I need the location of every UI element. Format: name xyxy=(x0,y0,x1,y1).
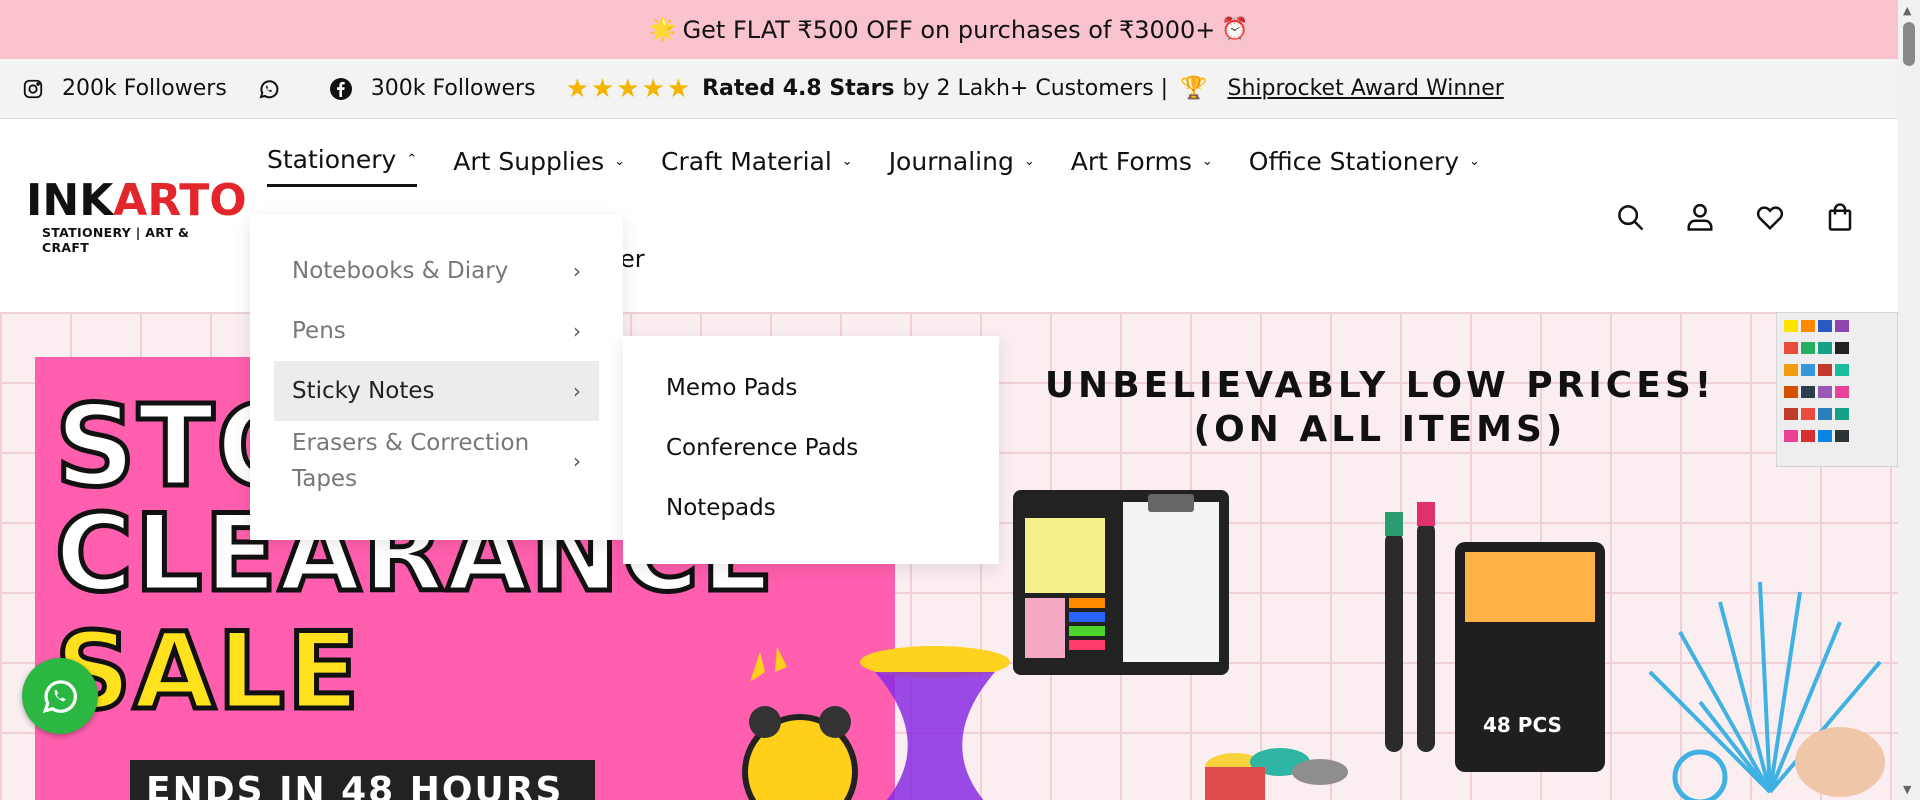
dropdown-item-notebooks[interactable]: Notebooks & Diary › xyxy=(274,241,599,301)
submenu-item-conference-pads[interactable]: Conference Pads xyxy=(666,418,956,478)
logo-tagline: STATIONERY | ART & CRAFT xyxy=(42,225,190,255)
announcement-text: Get FLAT ₹500 OFF on purchases of ₹3000+ xyxy=(682,15,1216,44)
logo-arto: ARTO xyxy=(113,175,247,226)
whatsapp-chat-button[interactable] xyxy=(22,658,98,734)
dropdown-item-erasers[interactable]: Erasers & Correction Tapes › xyxy=(274,421,599,501)
nav-label: Art Forms xyxy=(1070,146,1192,176)
chevron-up-icon: ⌃ xyxy=(406,152,418,167)
alarm-clock-emoji-icon: ⏰ xyxy=(1221,17,1249,42)
nav-item-office-stationery[interactable]: Office Stationery ⌄ xyxy=(1249,145,1480,187)
hero-headline-line1: UNBELIEVABLY LOW PRICES! xyxy=(1044,365,1716,406)
submenu-item-notepads[interactable]: Notepads xyxy=(666,478,956,538)
stationery-dropdown: Notebooks & Diary › Pens › Sticky Notes › E… xyxy=(250,215,623,540)
main-nav: Stationery ⌃ Art Supplies ⌄ Craft Material… xyxy=(267,145,1516,187)
dropdown-item-label: Erasers & Correction Tapes xyxy=(292,430,530,492)
dropdown-item-label: Notebooks & Diary xyxy=(292,258,509,284)
facebook-followers: 300k Followers xyxy=(370,76,536,101)
header-icons xyxy=(1580,197,1860,237)
marker-box-label: 48 PCS xyxy=(1483,713,1562,737)
nav-label: Office Stationery xyxy=(1248,146,1460,176)
sticky-notes-submenu: Memo Pads Conference Pads Notepads xyxy=(623,336,999,564)
nav-label: Craft Material xyxy=(661,146,832,176)
dropdown-item-sticky-notes[interactable]: Sticky Notes › xyxy=(274,361,599,421)
alarm-clock-hourglass-image xyxy=(742,646,1010,800)
whatsapp-link[interactable] xyxy=(257,77,299,101)
instagram-link[interactable]: 200k Followers xyxy=(22,76,227,101)
pipe-cleaners-image xyxy=(1648,581,1885,800)
nav-item-art-forms[interactable]: Art Forms ⌄ xyxy=(1071,145,1213,187)
facebook-link[interactable]: 300k Followers xyxy=(329,76,536,101)
logo-ink: INK xyxy=(26,175,114,226)
chevron-right-icon: › xyxy=(573,379,581,403)
ends-in-banner: ENDS IN 48 HOURS xyxy=(130,760,595,800)
nav-label: Art Supplies xyxy=(453,146,605,176)
search-icon[interactable] xyxy=(1610,197,1650,237)
rating-text-bold: Rated 4.8 Stars xyxy=(702,76,895,101)
chevron-down-icon: ⌄ xyxy=(614,153,626,169)
announcement-bar: 🌟 Get FLAT ₹500 OFF on purchases of ₹300… xyxy=(0,0,1898,59)
rating-stars-icon: ★★★★★ xyxy=(565,73,693,104)
marker-set-image: 48 PCS xyxy=(1385,502,1605,772)
dropdown-item-label: Sticky Notes xyxy=(292,378,435,404)
rating-text: by 2 Lakh+ Customers | xyxy=(902,76,1169,101)
hero-headline: UNBELIEVABLY LOW PRICES! (ON ALL ITEMS) xyxy=(1000,364,1760,452)
hero-headline-line2: (ON ALL ITEMS) xyxy=(1193,409,1567,450)
scroll-up-arrow-icon[interactable]: ▲ xyxy=(1903,4,1911,17)
submenu-item-memo-pads[interactable]: Memo Pads xyxy=(666,358,956,418)
nav-item-stationery[interactable]: Stationery ⌃ xyxy=(267,145,418,187)
chevron-right-icon: › xyxy=(573,319,581,343)
nav-item-art-supplies[interactable]: Art Supplies ⌄ xyxy=(453,145,625,187)
watercolor-palette-image xyxy=(1776,312,1898,467)
nav-overflow-text[interactable]: er xyxy=(620,245,645,273)
washi-tape-image xyxy=(1205,748,1348,800)
wishlist-heart-icon[interactable] xyxy=(1750,197,1790,237)
nav-label: Stationery xyxy=(267,145,397,174)
instagram-icon xyxy=(23,79,43,98)
social-bar: 200k Followers 300k Followers ★★★★★ Rate… xyxy=(0,59,1898,119)
scrollbar-thumb[interactable] xyxy=(1903,22,1915,66)
dropdown-item-pens[interactable]: Pens › xyxy=(274,301,599,361)
page-scrollbar[interactable]: ▲ ▼ xyxy=(1898,0,1920,800)
cart-bag-icon[interactable] xyxy=(1820,197,1860,237)
chevron-right-icon: › xyxy=(573,449,581,473)
award-link[interactable]: Shiprocket Award Winner xyxy=(1227,76,1503,101)
sticky-note-folder-image xyxy=(1013,490,1229,675)
sale-word-sale: SALE xyxy=(52,608,362,736)
facebook-icon xyxy=(329,77,352,100)
chevron-down-icon: ⌄ xyxy=(1023,153,1035,169)
star-emoji-icon: 🌟 xyxy=(649,17,677,42)
chevron-down-icon: ⌄ xyxy=(841,153,853,169)
nav-item-journaling[interactable]: Journaling ⌄ xyxy=(889,145,1035,187)
whatsapp-icon xyxy=(259,79,279,98)
nav-item-craft-material[interactable]: Craft Material ⌄ xyxy=(661,145,853,187)
account-icon[interactable] xyxy=(1680,197,1720,237)
chevron-down-icon: ⌄ xyxy=(1469,153,1480,169)
instagram-followers: 200k Followers xyxy=(62,76,227,101)
dropdown-item-label: Pens xyxy=(292,318,346,344)
chevron-down-icon: ⌄ xyxy=(1201,153,1213,169)
nav-label: Journaling xyxy=(888,146,1014,176)
whatsapp-icon xyxy=(42,680,78,713)
site-logo[interactable]: INKARTO STATIONERY | ART & CRAFT xyxy=(26,179,247,256)
scroll-down-arrow-icon[interactable]: ▼ xyxy=(1903,783,1911,796)
chevron-right-icon: › xyxy=(573,259,581,283)
trophy-icon: 🏆 xyxy=(1180,76,1208,101)
